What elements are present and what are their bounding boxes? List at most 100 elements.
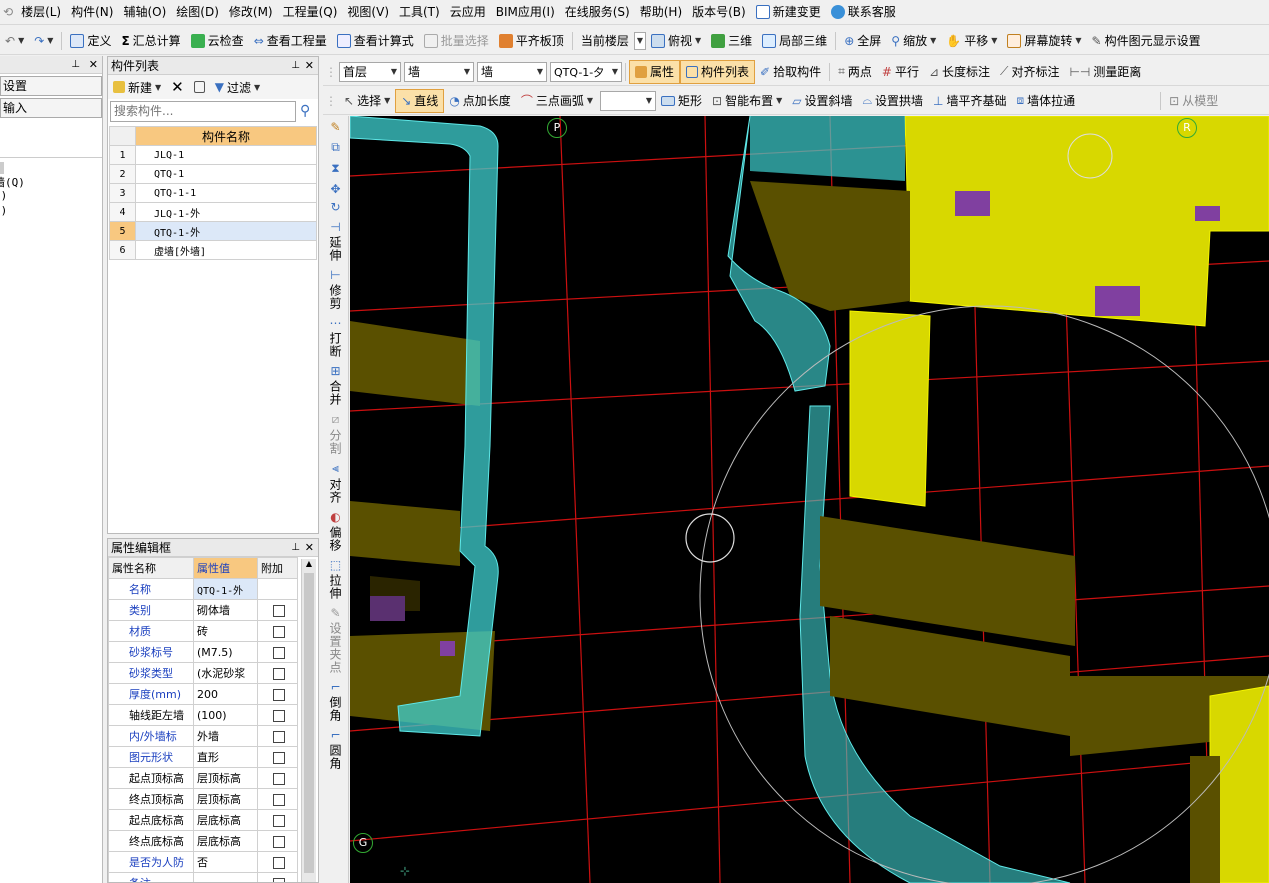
three-point-arc-button[interactable]: ⌒ 三点画弧 ▼ bbox=[516, 89, 598, 113]
close-icon[interactable]: ✕ bbox=[305, 539, 314, 557]
move-icon[interactable]: ✥ bbox=[330, 182, 340, 196]
menu-aux-axis[interactable]: 辅轴(O) bbox=[118, 0, 171, 24]
menu-undo-glyph[interactable]: ⟲ bbox=[0, 0, 16, 24]
checkbox[interactable] bbox=[273, 856, 285, 869]
new-component-button[interactable]: 新建 ▼ bbox=[108, 75, 166, 99]
menu-component[interactable]: 构件(N) bbox=[66, 0, 118, 24]
rectangle-button[interactable]: 矩形 bbox=[656, 89, 707, 113]
two-point-button[interactable]: ⌗ 两点 bbox=[833, 60, 877, 84]
menu-quantity[interactable]: 工程量(Q) bbox=[278, 0, 343, 24]
copy-tool-icon[interactable]: ⧉ bbox=[331, 140, 340, 155]
checkbox[interactable] bbox=[273, 667, 285, 680]
property-row[interactable]: 砂浆标号 (M7.5) bbox=[108, 641, 298, 663]
measure-distance-button[interactable]: ⊢⊣ 测量距离 bbox=[1064, 60, 1146, 84]
checkbox[interactable] bbox=[273, 646, 285, 659]
delete-component-button[interactable]: ✕ bbox=[166, 75, 189, 99]
cloud-check-button[interactable]: 云检查 bbox=[186, 29, 249, 53]
menu-new-change[interactable]: 新建变更 bbox=[751, 0, 826, 24]
extend-tool[interactable]: 延伸 bbox=[327, 234, 344, 264]
offset-tool[interactable]: 偏移 bbox=[327, 524, 344, 554]
merge-tool[interactable]: 合并 bbox=[327, 378, 344, 408]
model-canvas[interactable]: P R G ⊹ bbox=[350, 116, 1269, 883]
local-3d-button[interactable]: 局部三维 bbox=[757, 29, 832, 53]
tree-item-2[interactable]: E) bbox=[0, 189, 102, 204]
parallel-button[interactable]: # 平行 bbox=[877, 60, 924, 84]
model-3d-view[interactable] bbox=[350, 116, 1269, 883]
set-grip-tool[interactable]: 设置夹点 bbox=[327, 620, 344, 676]
top-view-button[interactable]: 俯视 ▼ bbox=[646, 29, 706, 53]
menu-help[interactable]: 帮助(H) bbox=[635, 0, 687, 24]
menu-contact[interactable]: 联系客服 bbox=[826, 0, 901, 24]
checkbox[interactable] bbox=[273, 835, 285, 848]
property-row[interactable]: 终点顶标高 层顶标高 bbox=[108, 788, 298, 810]
length-dim-button[interactable]: ⊿ 长度标注 bbox=[924, 60, 995, 84]
summary-calc-button[interactable]: Σ 汇总计算 bbox=[116, 29, 185, 53]
property-row[interactable]: 材质砖 bbox=[108, 620, 298, 642]
tree-item-3[interactable]: Q) bbox=[0, 204, 102, 219]
3d-button[interactable]: 三维 bbox=[706, 29, 757, 53]
chamfer-tool[interactable]: 倒角 bbox=[327, 694, 344, 724]
nav-item-input[interactable]: 输入 bbox=[0, 98, 102, 118]
split-tool[interactable]: 分割 bbox=[327, 427, 344, 457]
property-row[interactable]: 终点底标高 层底标高 bbox=[108, 830, 298, 852]
fillet-tool[interactable]: 圆角 bbox=[327, 742, 344, 772]
property-row[interactable]: 名称 QTQ-1-外 bbox=[108, 578, 298, 600]
define-button[interactable]: 定义 bbox=[65, 29, 116, 53]
category-select[interactable]: 墙 ▼ bbox=[404, 61, 474, 82]
arch-wall-button[interactable]: ⌓ 设置拱墙 bbox=[858, 89, 929, 113]
table-row[interactable]: 6 虚墙[外墙] bbox=[109, 240, 317, 260]
current-floor-button[interactable]: 当前楼层 bbox=[576, 29, 634, 53]
pin-icon[interactable]: ⊥ bbox=[71, 56, 80, 74]
break-tool[interactable]: 打断 bbox=[327, 330, 344, 360]
from-model-button[interactable]: ⊡ 从模型 bbox=[1164, 89, 1223, 113]
element-display-button[interactable]: ✎ 构件图元显示设置 bbox=[1087, 29, 1206, 53]
line-button[interactable]: ↘ 直线 bbox=[395, 88, 445, 113]
menu-bim[interactable]: BIM应用(I) bbox=[491, 0, 560, 24]
property-row[interactable]: 厚度(mm) 200 bbox=[108, 683, 298, 705]
select-button[interactable]: ↖ 选择 ▼ bbox=[339, 89, 395, 113]
drag-handle[interactable]: ⋮ bbox=[323, 60, 339, 84]
property-row[interactable]: 内/外墙标 外墙 bbox=[108, 725, 298, 747]
arc-option-select[interactable]: ▼ bbox=[600, 90, 656, 111]
menu-floor[interactable]: 楼层(L) bbox=[16, 0, 66, 24]
slanted-wall-button[interactable]: ▱ 设置斜墙 bbox=[787, 89, 857, 113]
table-row[interactable]: 1 JLQ-1 bbox=[109, 145, 317, 165]
menu-draw[interactable]: 绘图(D) bbox=[171, 0, 224, 24]
checkbox[interactable] bbox=[273, 877, 285, 882]
close-icon[interactable]: ✕ bbox=[305, 57, 314, 75]
property-row[interactable]: 图元形状 直形 bbox=[108, 746, 298, 768]
checkbox[interactable] bbox=[273, 625, 285, 638]
pick-component-button[interactable]: ✐ 拾取构件 bbox=[755, 60, 826, 84]
checkbox[interactable] bbox=[273, 814, 285, 827]
brush-icon[interactable]: ✎ bbox=[330, 120, 340, 134]
trim-tool[interactable]: 修剪 bbox=[327, 282, 344, 312]
close-icon[interactable]: ✕ bbox=[89, 56, 98, 74]
filter-button[interactable]: ▼ 过滤 ▼ bbox=[210, 75, 265, 99]
tree-item-wall[interactable]: 墙(Q) bbox=[0, 174, 102, 189]
menu-version[interactable]: 版本号(B) bbox=[687, 0, 751, 24]
property-row[interactable]: 起点底标高 层底标高 bbox=[108, 809, 298, 831]
scroll-up-arrow-icon[interactable]: ▲ bbox=[302, 559, 316, 573]
nav-item-settings[interactable]: 设置 bbox=[0, 76, 102, 96]
view-quantity-button[interactable]: ⇔ 查看工程量 bbox=[249, 29, 332, 53]
menu-online[interactable]: 在线服务(S) bbox=[560, 0, 635, 24]
wall-extend-button[interactable]: ⧈ 墙体拉通 bbox=[1011, 89, 1080, 113]
undo-button[interactable]: ↶ ▼ bbox=[0, 29, 29, 53]
property-row[interactable]: 起点顶标高 层顶标高 bbox=[108, 767, 298, 789]
property-row[interactable]: 类别 砌体墙 bbox=[108, 599, 298, 621]
checkbox[interactable] bbox=[273, 772, 285, 785]
redo-button[interactable]: ↷ ▼ bbox=[29, 29, 58, 53]
scrollbar-thumb[interactable] bbox=[304, 573, 314, 873]
checkbox[interactable] bbox=[273, 730, 285, 743]
copy-component-button[interactable] bbox=[189, 75, 210, 99]
property-row[interactable]: 是否为人防否 bbox=[108, 851, 298, 873]
search-icon[interactable]: ⚲ bbox=[300, 103, 310, 119]
drag-handle[interactable]: ⋮ bbox=[323, 89, 339, 113]
mirror-icon[interactable]: ⧗ bbox=[331, 161, 339, 176]
smart-layout-button[interactable]: ⊡ 智能布置 ▼ bbox=[707, 89, 787, 113]
pan-button[interactable]: ✋ 平移 ▼ bbox=[941, 29, 1002, 53]
rotate-tool-icon[interactable]: ↻ bbox=[330, 200, 340, 214]
batch-select-button[interactable]: 批量选择 bbox=[419, 29, 494, 53]
fullscreen-button[interactable]: ⊕ 全屏 bbox=[839, 29, 886, 53]
align-dim-button[interactable]: ⟋ 对齐标注 bbox=[995, 60, 1064, 84]
